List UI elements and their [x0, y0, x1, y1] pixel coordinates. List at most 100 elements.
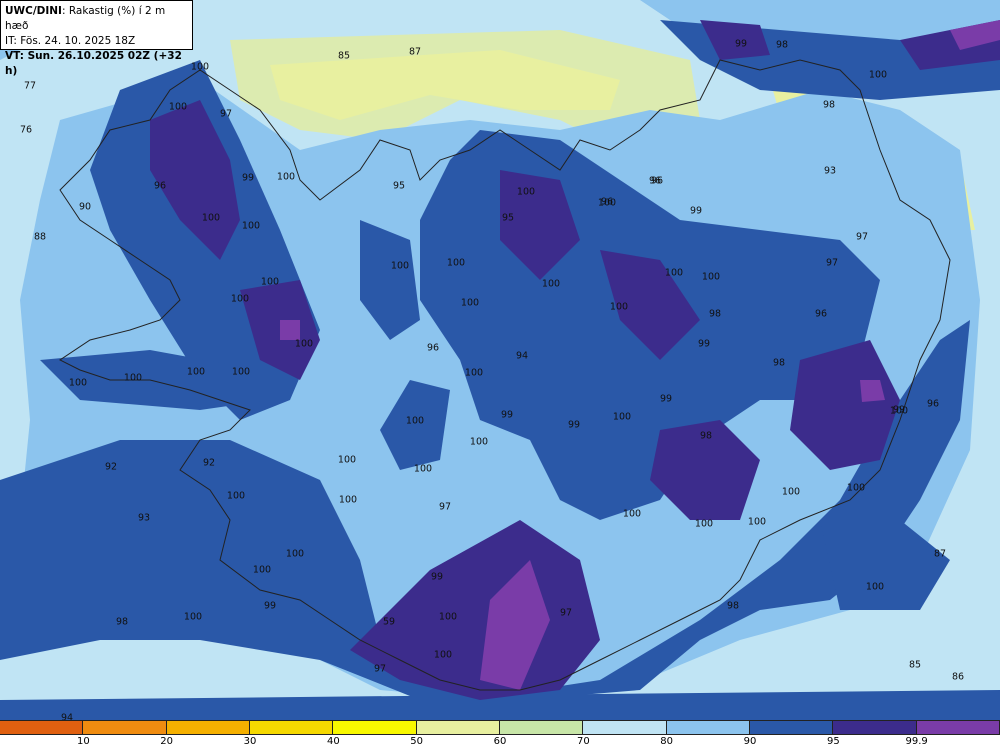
contour-value-label: 96: [926, 398, 940, 410]
contour-value-label: 100: [868, 69, 888, 81]
contour-value-label: 100: [541, 278, 561, 290]
init-time: IT: Fös. 24. 10. 2025 18Z: [5, 35, 136, 47]
contour-value-label: 100: [609, 301, 629, 313]
colorbar-swatch: [416, 720, 500, 735]
contour-value-label: 100: [469, 436, 489, 448]
colorbar-swatch: [0, 720, 84, 735]
contour-value-label: 97: [855, 231, 869, 243]
colorbar-swatch: [250, 720, 334, 735]
colorbar-swatch: [750, 720, 834, 735]
contour-value-label: 100: [168, 101, 188, 113]
contour-value-label: 96: [153, 180, 167, 192]
contour-value-label: 100: [438, 611, 458, 623]
contour-value-label: 100: [230, 293, 250, 305]
contour-value-label: 99: [500, 409, 514, 421]
contour-value-label: 100: [226, 490, 246, 502]
contour-value-label: 100: [123, 372, 143, 384]
contour-value-label: 97: [219, 108, 233, 120]
contour-value-label: 92: [202, 457, 216, 469]
header-title: UWC/DINI: Rakastig (%) í 2 m hæð: [5, 4, 188, 34]
contour-value-label: 100: [865, 581, 885, 593]
colorbar-swatch: [833, 720, 917, 735]
contour-value-label: 99: [689, 205, 703, 217]
contour-value-label: 99: [430, 571, 444, 583]
contour-value-label: 77: [23, 80, 37, 92]
contour-value-label: 99: [567, 419, 581, 431]
contour-value-label: 90: [78, 201, 92, 213]
contour-value-label: 99: [697, 338, 711, 350]
contour-value-label: 100: [68, 377, 88, 389]
model-name: UWC/DINI: [5, 5, 62, 17]
contour-value-label: 98: [772, 357, 786, 369]
contour-value-label: 100: [612, 411, 632, 423]
contour-value-label: 97: [438, 501, 452, 513]
contour-value-label: 100: [516, 186, 536, 198]
contour-value-label: 97: [825, 257, 839, 269]
contour-value-label: 100: [390, 260, 410, 272]
contour-value-label: 100: [186, 366, 206, 378]
contour-value-label: 99: [241, 172, 255, 184]
contour-value-label: 100: [846, 482, 866, 494]
contour-value-label: 98: [726, 600, 740, 612]
contour-value-label: 100: [201, 212, 221, 224]
contour-value-label: 100: [701, 271, 721, 283]
colorbar-swatch: [583, 720, 667, 735]
contour-value-label: 96: [814, 308, 828, 320]
contour-value-label: 98: [115, 616, 129, 628]
contour-value-label: 100: [252, 564, 272, 576]
contour-value-label: 96: [426, 342, 440, 354]
colorbar-swatch: [916, 720, 1000, 735]
contour-value-label: 99: [263, 600, 277, 612]
contour-value-label: 95: [392, 180, 406, 192]
contour-value-label: 93: [823, 165, 837, 177]
contour-value-label: 87: [933, 548, 947, 560]
contour-value-label: 87: [408, 46, 422, 58]
contour-value-label: 100: [405, 415, 425, 427]
colorbar-label: 60: [493, 736, 507, 747]
contour-value-label: 93: [137, 512, 151, 524]
contour-value-label: 92: [104, 461, 118, 473]
colorbar-label: 90: [743, 736, 757, 747]
contour-value-label: 100: [664, 267, 684, 279]
contour-value-label: 98: [822, 99, 836, 111]
contour-value-label: 85: [908, 659, 922, 671]
contour-value-label: 100: [464, 367, 484, 379]
contour-value-label: 100: [231, 366, 251, 378]
contour-value-label: 100: [781, 486, 801, 498]
contour-value-label: 100: [294, 338, 314, 350]
contour-value-label: 100: [460, 297, 480, 309]
contour-value-label: 98: [708, 308, 722, 320]
contour-value-label: 94: [515, 350, 529, 362]
colorbar-label: 95: [826, 736, 840, 747]
contour-value-label: 100: [241, 220, 261, 232]
valid-time: VT: Sun. 26.10.2025 02Z (+32 h): [5, 50, 182, 77]
colorbar-swatch: [333, 720, 417, 735]
contour-value-label: 100: [622, 508, 642, 520]
contour-value-label: 98: [775, 39, 789, 51]
map-header: UWC/DINI: Rakastig (%) í 2 m hæð IT: Fös…: [0, 0, 193, 77]
colorbar-label: 20: [160, 736, 174, 747]
contour-value-label: 99: [659, 393, 673, 405]
contour-value-label: 85: [337, 50, 351, 62]
contour-value-label: 100: [446, 257, 466, 269]
contour-value-label: 100: [183, 611, 203, 623]
contour-value-label: 100: [190, 61, 210, 73]
colorbar-label: 80: [660, 736, 674, 747]
colorbar: 10 20 30 40 50 60 70 80 90 95 99.9: [0, 720, 1000, 750]
contour-value-label: 59: [382, 616, 396, 628]
contour-value-label: 100: [747, 516, 767, 528]
contour-value-label: 95: [501, 212, 515, 224]
contour-value-label: 100: [337, 454, 357, 466]
colorbar-swatch: [83, 720, 167, 735]
contour-value-label: 96: [600, 196, 614, 208]
contour-value-label: 100: [338, 494, 358, 506]
colorbar-label: 99.9: [905, 736, 928, 747]
colorbar-label: 50: [410, 736, 424, 747]
contour-value-label: 97: [373, 663, 387, 675]
contour-value-label: 100: [276, 171, 296, 183]
colorbar-swatch: [666, 720, 750, 735]
contour-value-label: 99: [734, 38, 748, 50]
contour-value-label: 88: [33, 231, 47, 243]
contour-value-label: 100: [694, 518, 714, 530]
contour-value-label: 98: [699, 430, 713, 442]
